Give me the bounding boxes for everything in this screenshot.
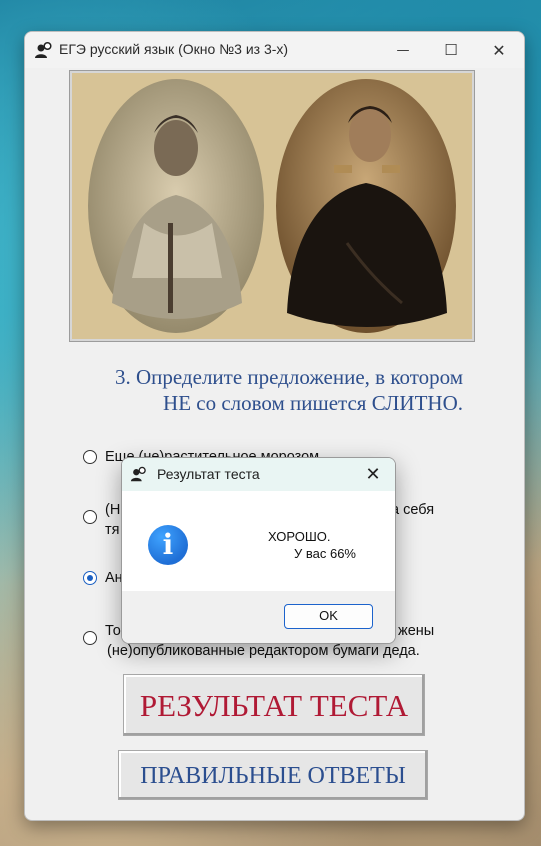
ok-button[interactable]: OK	[284, 604, 373, 629]
window-title: ЕГЭ русский язык (Окно №3 из 3-х)	[59, 41, 289, 57]
answer-option-2[interactable]: (Н тя а себя	[83, 500, 434, 540]
dialog-title: Результат теста	[157, 466, 260, 482]
dialog-message-line-2: У вас 66%	[294, 546, 356, 561]
option-text: (Н	[105, 502, 121, 518]
radio-button[interactable]	[83, 510, 97, 524]
test-result-button[interactable]: РЕЗУЛЬТАТ ТЕСТА	[123, 674, 425, 736]
dialog-message-line-1: ХОРОШО.	[268, 529, 331, 544]
main-window: ЕГЭ русский язык (Окно №3 из 3-х) — ☐ ✕	[24, 31, 525, 821]
option-text-line-2: тя	[105, 522, 120, 538]
users-app-icon	[130, 466, 146, 482]
question-line-2: НЕ со словом пишется СЛИТНО.	[163, 391, 463, 415]
users-app-icon	[35, 41, 52, 58]
maximize-icon: ☐	[444, 41, 458, 59]
radio-button[interactable]	[83, 450, 97, 464]
option-text-right: а себя	[391, 502, 435, 518]
close-icon: ✕	[365, 464, 381, 485]
maximize-button[interactable]: ☐	[428, 32, 474, 68]
radio-button-selected[interactable]	[83, 571, 97, 585]
close-icon: ✕	[492, 40, 506, 60]
minimize-button[interactable]: —	[380, 32, 426, 68]
dialog-title-bar[interactable]: Результат теста ✕	[122, 458, 395, 491]
radio-button[interactable]	[83, 631, 97, 645]
dialog-footer: OK	[122, 591, 395, 643]
title-bar[interactable]: ЕГЭ русский язык (Окно №3 из 3-х) — ☐ ✕	[25, 32, 524, 68]
correct-answers-button[interactable]: ПРАВИЛЬНЫЕ ОТВЕТЫ	[118, 750, 428, 800]
result-dialog: Результат теста ✕ i ХОРОШО. У вас 66% OK	[121, 457, 396, 644]
portrait-image	[69, 70, 475, 342]
info-icon: i	[148, 525, 188, 565]
close-button[interactable]: ✕	[476, 32, 522, 68]
option-text-line-2: (не)опубликованные редактором бумаги дед…	[107, 643, 420, 659]
answer-option-3[interactable]: Ан х.	[83, 568, 394, 588]
dialog-close-button[interactable]: ✕	[358, 461, 388, 489]
option-text-right: жены	[398, 623, 435, 639]
portraits-illustration	[72, 73, 472, 339]
question-line-1: 3. Определите предложение, в котором	[114, 365, 463, 389]
minimize-icon: —	[396, 42, 410, 58]
